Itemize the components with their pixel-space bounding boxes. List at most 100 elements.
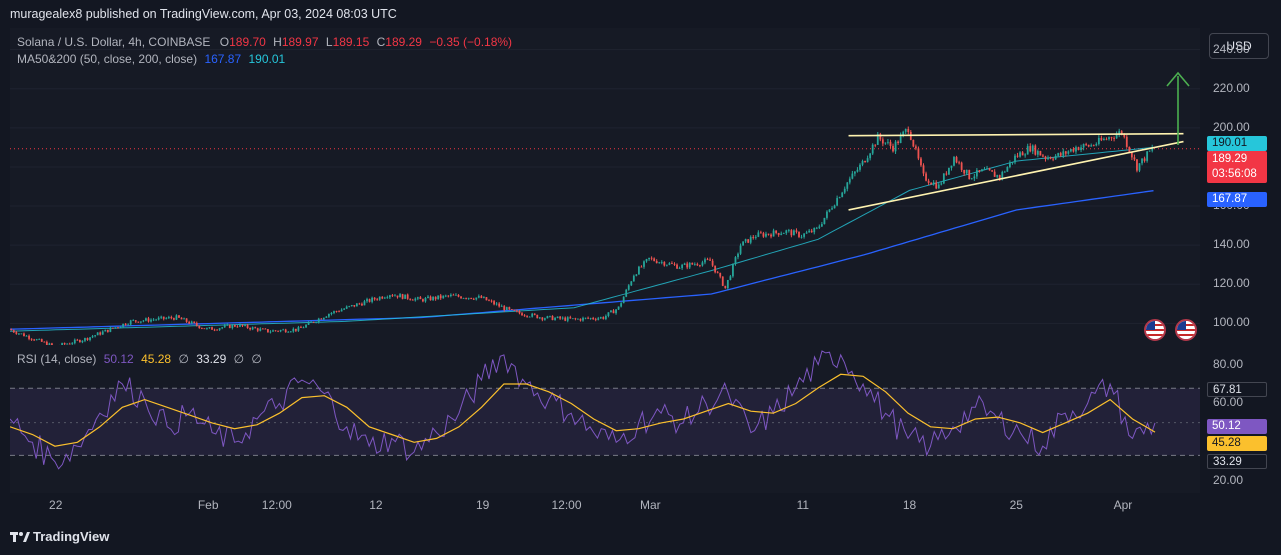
- candle-body: [518, 311, 521, 314]
- candle-body: [861, 160, 864, 165]
- candle-body: [510, 309, 513, 310]
- candle-body: [1138, 163, 1141, 171]
- ma-label[interactable]: MA50&200 (50, close, 200, close): [17, 52, 197, 66]
- candle-body: [213, 329, 216, 331]
- symbol-label[interactable]: Solana / U.S. Dollar, 4h, COINBASE: [17, 35, 210, 49]
- candle-body: [930, 182, 933, 185]
- candle-body: [719, 273, 722, 277]
- rsi-ma-tag: 45.28: [1207, 436, 1267, 451]
- candle-body: [782, 233, 785, 234]
- candle-body: [887, 141, 889, 143]
- candle-body: [231, 325, 234, 329]
- candle-body: [122, 323, 124, 327]
- time-tick-label: 12:00: [551, 498, 581, 512]
- ma50-price-tag: 167.87: [1207, 192, 1267, 207]
- candle-body: [950, 165, 953, 168]
- candle-body: [973, 176, 976, 179]
- candle-body: [881, 139, 884, 144]
- candle-body: [167, 317, 170, 319]
- candle-body: [419, 297, 422, 300]
- candle-body: [89, 337, 91, 340]
- candle-body: [226, 324, 229, 326]
- candle-body: [1009, 162, 1011, 168]
- candle-body: [416, 297, 419, 299]
- candle-body: [841, 192, 844, 198]
- candle-body: [551, 315, 554, 321]
- candle-body: [320, 318, 323, 320]
- candle-body: [953, 157, 955, 166]
- candle-body: [787, 230, 790, 231]
- us-flag-icon[interactable]: [1175, 319, 1197, 341]
- candle-body: [785, 230, 788, 234]
- candle-body: [561, 317, 564, 319]
- candle-body: [650, 257, 653, 259]
- candle-body: [917, 148, 920, 159]
- candle-body: [592, 318, 595, 320]
- candle-body: [833, 205, 836, 209]
- candle-body: [1036, 151, 1039, 155]
- time-tick-label: 19: [476, 498, 490, 512]
- candle-body: [221, 327, 224, 329]
- candle-body: [267, 329, 269, 333]
- price-pane-bg: [10, 28, 1200, 345]
- candle-body: [1080, 147, 1082, 151]
- candle-body: [673, 263, 676, 265]
- candle-body: [640, 266, 643, 268]
- candle-body: [1039, 151, 1042, 156]
- candle-body: [33, 339, 36, 341]
- candle-body: [958, 162, 960, 164]
- candle-body: [632, 275, 635, 282]
- candle-body: [726, 279, 729, 289]
- candle-body: [729, 276, 732, 280]
- rsi-value: 50.12: [103, 352, 134, 366]
- candle-body: [277, 330, 279, 332]
- candle-body: [442, 295, 445, 299]
- candle-body: [577, 318, 579, 320]
- candle-body: [663, 262, 666, 266]
- candle-body: [526, 315, 529, 317]
- candle-body: [864, 160, 866, 163]
- candle-body: [30, 338, 33, 340]
- candle-body: [638, 266, 640, 275]
- candle-body: [157, 317, 160, 320]
- tradingview-logo-text[interactable]: TradingView: [33, 529, 109, 544]
- candle-body: [691, 262, 694, 265]
- candle-body: [300, 327, 302, 328]
- candle-body: [1087, 144, 1090, 147]
- price-pane[interactable]: [10, 28, 1200, 345]
- candle-body: [607, 312, 610, 316]
- candle-body: [615, 309, 617, 314]
- candle-body: [889, 141, 892, 146]
- candle-body: [854, 171, 856, 174]
- candle-body: [376, 299, 379, 301]
- candle-body: [366, 299, 368, 302]
- candle-body: [274, 330, 277, 332]
- candle-body: [927, 180, 930, 183]
- candle-body: [737, 253, 739, 258]
- candle-body: [1077, 147, 1080, 151]
- candle-body: [170, 317, 173, 319]
- rsi-pane[interactable]: [10, 345, 1200, 493]
- rsi-label[interactable]: RSI (14, close): [17, 352, 96, 366]
- candle-body: [498, 303, 501, 307]
- candle-body: [754, 236, 757, 238]
- candle-body: [701, 262, 704, 266]
- candle-body: [813, 227, 816, 233]
- candle-body: [483, 297, 485, 298]
- candle-body: [1019, 152, 1021, 157]
- candle-body: [549, 315, 551, 317]
- open-value: 189.70: [229, 35, 266, 49]
- time-axis[interactable]: 22 Feb 12:00 12 19 12:00 Mar 11 18 25 Apr: [10, 493, 1200, 518]
- tradingview-logo-icon[interactable]: [10, 530, 30, 549]
- candle-body: [610, 310, 612, 313]
- candle-body: [948, 167, 950, 175]
- candle-body: [475, 297, 478, 300]
- us-flag-icon[interactable]: [1144, 319, 1166, 341]
- candle-body: [1034, 145, 1037, 155]
- candle-body: [658, 262, 661, 264]
- candle-body: [516, 310, 518, 312]
- candle-body: [340, 309, 343, 312]
- candle-body: [579, 318, 582, 321]
- candle-body: [732, 264, 734, 277]
- candle-body: [460, 296, 462, 299]
